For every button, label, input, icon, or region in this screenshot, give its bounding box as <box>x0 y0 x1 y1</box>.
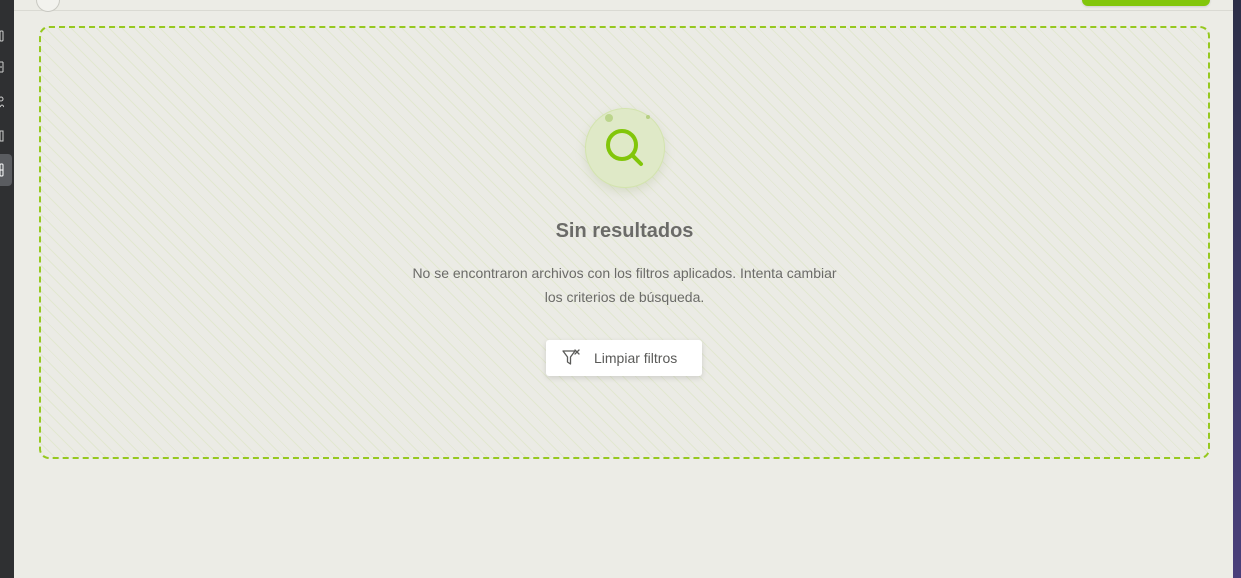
empty-state-description: No se encontraron archivos con los filtr… <box>412 265 837 305</box>
left-sidebar <box>0 0 14 578</box>
search-icon <box>606 129 643 166</box>
filter-clear-icon <box>562 349 580 365</box>
clear-filters-label: Limpiar filtros <box>594 350 678 366</box>
files-icon <box>0 163 4 177</box>
clear-filters-button[interactable]: Limpiar filtros <box>546 340 702 376</box>
decorative-dot <box>605 114 613 122</box>
primary-action-button[interactable] <box>1082 0 1210 6</box>
decorative-dot <box>646 115 650 119</box>
sidebar-active-item[interactable] <box>0 154 12 186</box>
users-icon[interactable] <box>0 95 4 108</box>
empty-state-title: Sin resultados <box>555 220 694 242</box>
app-window: Sin resultados No se encontraron archivo… <box>14 0 1233 578</box>
document-icon[interactable] <box>0 130 4 142</box>
top-bar <box>14 0 1233 12</box>
share-icon[interactable] <box>0 60 4 73</box>
files-dropzone[interactable]: Sin resultados No se encontraron archivo… <box>39 26 1210 459</box>
empty-state-icon-circle <box>585 108 665 188</box>
desktop-edge <box>1233 0 1241 578</box>
folder-icon[interactable] <box>0 30 4 42</box>
avatar[interactable] <box>36 0 60 12</box>
